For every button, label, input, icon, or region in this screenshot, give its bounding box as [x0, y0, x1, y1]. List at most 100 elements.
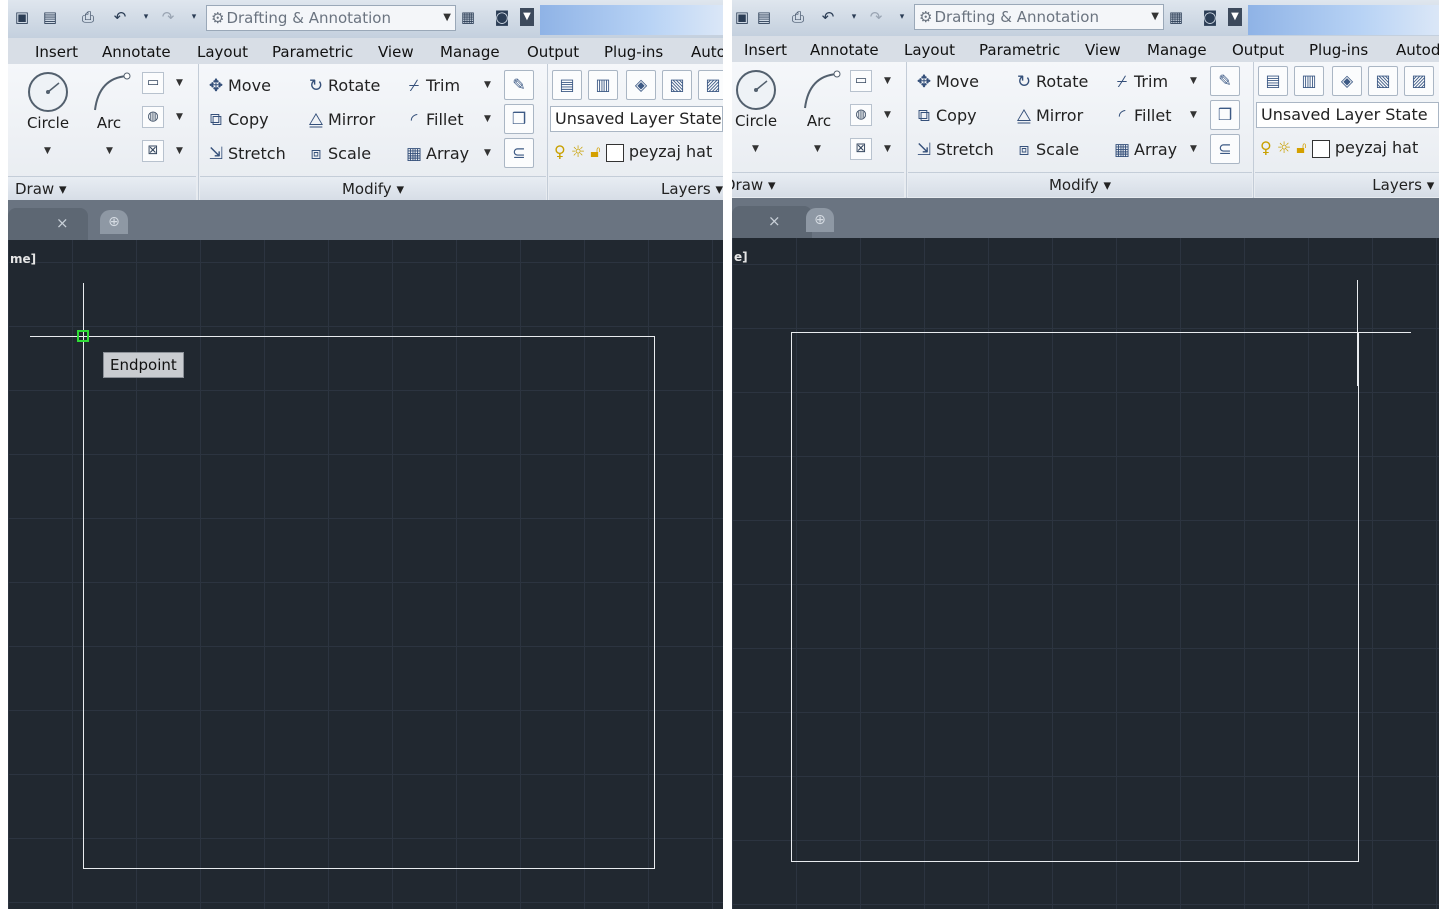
- boundary-dropdown-icon[interactable]: ▼: [884, 144, 891, 154]
- boundary-icon[interactable]: ⊠: [142, 140, 164, 162]
- explode-icon[interactable]: ❒: [1210, 100, 1240, 130]
- redo-icon[interactable]: ↷: [158, 8, 178, 26]
- workspace-dropdown[interactable]: ⚙ Drafting & Annotation ▼: [206, 5, 456, 31]
- tab-output[interactable]: Output: [1232, 39, 1284, 61]
- tab-annotate[interactable]: Annotate: [810, 39, 879, 61]
- print-icon[interactable]: ⎙: [78, 8, 98, 26]
- close-icon[interactable]: ×: [768, 212, 781, 230]
- stretch-button[interactable]: ⇲ Stretch: [204, 140, 286, 168]
- layer-properties-icon[interactable]: ▤: [552, 70, 582, 100]
- scale-button[interactable]: ⧈ Scale: [304, 140, 371, 168]
- save-as-icon[interactable]: ▤: [40, 8, 60, 26]
- tab-parametric[interactable]: Parametric: [979, 39, 1060, 61]
- tab-manage[interactable]: Manage: [1147, 39, 1207, 61]
- layer-freeze-icon[interactable]: ▧: [1368, 66, 1398, 96]
- tab-manage[interactable]: Manage: [440, 41, 500, 63]
- arc-button[interactable]: Arc: [794, 68, 844, 130]
- tab-view[interactable]: View: [378, 41, 414, 63]
- layer-properties-icon[interactable]: ▤: [1258, 66, 1288, 96]
- redo-dropdown-icon[interactable]: ▾: [184, 8, 204, 26]
- layer-match-icon[interactable]: ▨: [698, 70, 723, 100]
- hatch-dropdown-icon[interactable]: ▼: [884, 110, 891, 120]
- drawing-tab[interactable]: ×: [8, 208, 88, 240]
- tab-autodesk[interactable]: Autodesk: [691, 41, 723, 63]
- tab-layout[interactable]: Layout: [197, 41, 248, 63]
- trim-button[interactable]: ⌿ Trim: [402, 72, 460, 100]
- draw-panel-title[interactable]: Draw ▾: [8, 176, 196, 201]
- move-button[interactable]: ✥ Move: [912, 68, 979, 96]
- offset-icon[interactable]: ⊆: [1210, 134, 1240, 164]
- fillet-button[interactable]: ◜ Fillet: [1110, 102, 1172, 130]
- workspace-dropdown[interactable]: ⚙ Drafting & Annotation ▼: [914, 4, 1164, 30]
- array-button[interactable]: ▦ Array: [1110, 136, 1177, 164]
- tab-parametric[interactable]: Parametric: [272, 41, 353, 63]
- viewport-label[interactable]: e]: [734, 250, 748, 264]
- rectangle-dropdown-icon[interactable]: ▼: [176, 78, 183, 88]
- drawing-area[interactable]: e]: [732, 238, 1439, 909]
- layer-states-icon[interactable]: ▥: [1294, 66, 1324, 96]
- layer-dropdown[interactable]: ♀ ☼ 🔓︎ peyzaj hat: [550, 140, 723, 166]
- tab-plugins[interactable]: Plug-ins: [604, 41, 663, 63]
- tab-insert[interactable]: Insert: [35, 41, 78, 63]
- rotate-button[interactable]: ↻ Rotate: [1012, 68, 1089, 96]
- layer-state-dropdown[interactable]: Unsaved Layer State: [550, 106, 723, 132]
- circle-dropdown-icon[interactable]: ▼: [752, 144, 759, 154]
- trim-button[interactable]: ⌿ Trim: [1110, 68, 1168, 96]
- share-icon[interactable]: ▦: [458, 8, 478, 26]
- mirror-button[interactable]: ⧋ Mirror: [1012, 102, 1083, 130]
- plot-preview-icon[interactable]: ◙: [492, 8, 512, 26]
- array-dropdown-icon[interactable]: ▼: [1190, 144, 1197, 154]
- copy-button[interactable]: ⧉ Copy: [204, 106, 269, 134]
- offset-icon[interactable]: ⊆: [504, 138, 534, 168]
- redo-icon[interactable]: ↷: [866, 8, 886, 26]
- draw-panel-title[interactable]: Draw ▾: [732, 172, 904, 197]
- save-icon[interactable]: ▣: [12, 8, 32, 26]
- drawing-tab[interactable]: ×: [732, 206, 812, 238]
- tab-output[interactable]: Output: [527, 41, 579, 63]
- scale-button[interactable]: ⧈ Scale: [1012, 136, 1079, 164]
- layers-panel-title[interactable]: Layers ▾: [549, 176, 723, 201]
- fillet-dropdown-icon[interactable]: ▼: [1190, 110, 1197, 120]
- rectangle-icon[interactable]: ▭: [142, 72, 164, 94]
- mirror-button[interactable]: ⧋ Mirror: [304, 106, 375, 134]
- fillet-dropdown-icon[interactable]: ▼: [484, 114, 491, 124]
- qat-menu-icon[interactable]: ▼: [520, 8, 534, 26]
- share-icon[interactable]: ▦: [1166, 8, 1186, 26]
- layer-freeze-icon[interactable]: ▧: [662, 70, 692, 100]
- layer-states-icon[interactable]: ▥: [588, 70, 618, 100]
- undo-icon[interactable]: ↶: [818, 8, 838, 26]
- print-icon[interactable]: ⎙: [788, 8, 808, 26]
- layer-isolate-icon[interactable]: ◈: [626, 70, 656, 100]
- viewport-label[interactable]: me]: [10, 252, 36, 266]
- close-icon[interactable]: ×: [56, 214, 69, 232]
- move-button[interactable]: ✥ Move: [204, 72, 271, 100]
- trim-dropdown-icon[interactable]: ▼: [484, 80, 491, 90]
- tab-autodesk[interactable]: Autodesk: [1396, 39, 1439, 61]
- explode-icon[interactable]: ❒: [504, 104, 534, 134]
- rectangle-icon[interactable]: ▭: [850, 70, 872, 92]
- array-dropdown-icon[interactable]: ▼: [484, 148, 491, 158]
- layer-dropdown[interactable]: ♀ ☼ 🔓︎ peyzaj hat: [1256, 136, 1439, 162]
- save-icon[interactable]: ▣: [732, 8, 752, 26]
- rotate-button[interactable]: ↻ Rotate: [304, 72, 381, 100]
- erase-icon[interactable]: ✎: [1210, 66, 1240, 96]
- modify-panel-title[interactable]: Modify ▾: [200, 176, 546, 201]
- stretch-button[interactable]: ⇲ Stretch: [912, 136, 994, 164]
- arc-dropdown-icon[interactable]: ▼: [814, 144, 821, 154]
- new-tab-icon[interactable]: ⊕: [100, 210, 128, 234]
- trim-dropdown-icon[interactable]: ▼: [1190, 76, 1197, 86]
- arc-dropdown-icon[interactable]: ▼: [106, 146, 113, 156]
- tab-layout[interactable]: Layout: [904, 39, 955, 61]
- hatch-dropdown-icon[interactable]: ▼: [176, 112, 183, 122]
- tab-annotate[interactable]: Annotate: [102, 41, 171, 63]
- copy-button[interactable]: ⧉ Copy: [912, 102, 977, 130]
- save-as-icon[interactable]: ▤: [754, 8, 774, 26]
- erase-icon[interactable]: ✎: [504, 70, 534, 100]
- hatch-icon[interactable]: ◍: [142, 106, 164, 128]
- circle-dropdown-icon[interactable]: ▼: [44, 146, 51, 156]
- tab-plugins[interactable]: Plug-ins: [1309, 39, 1368, 61]
- circle-button[interactable]: Circle: [18, 70, 78, 132]
- rectangle-dropdown-icon[interactable]: ▼: [884, 76, 891, 86]
- redo-dropdown-icon[interactable]: ▾: [892, 8, 912, 26]
- rectangle-drawing[interactable]: [791, 332, 1359, 862]
